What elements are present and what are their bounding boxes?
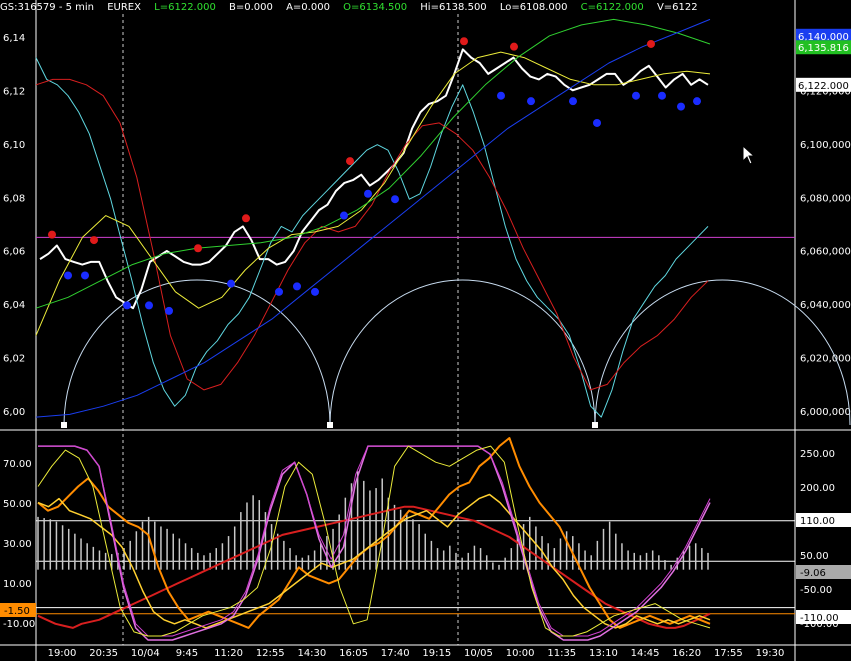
time-tick: 19:00 [48, 648, 77, 659]
cycle-marker [592, 422, 598, 428]
blue-dot [632, 91, 640, 100]
blue-dot [364, 189, 372, 198]
indicator-value-label: -110.00 [800, 613, 839, 624]
indicator-value-label: 110.00 [800, 516, 835, 527]
blue-dot [123, 301, 131, 310]
red-dot [460, 37, 468, 46]
left-indicator-tick: 50.00 [3, 499, 32, 510]
blue-dot [227, 279, 235, 288]
red-dot [48, 230, 56, 239]
blue-dot [658, 91, 666, 100]
smoothed-line [35, 78, 709, 391]
blue-dot [497, 91, 505, 100]
long-trend-line [35, 18, 711, 418]
left-indicator-tick: 70.00 [3, 459, 32, 470]
time-tick: 17:55 [714, 648, 743, 659]
blue-dot [311, 287, 319, 296]
right-price-tick: 6,080,000 [800, 193, 851, 204]
cycle-arcs [61, 279, 851, 428]
average-line [35, 51, 711, 336]
blue-dot [677, 102, 685, 111]
cycle-marker [61, 422, 67, 428]
left-price-tick: 6,08 [3, 193, 25, 204]
time-tick: 19:15 [422, 648, 451, 659]
price-tag: 6,135.816 [796, 40, 851, 55]
right-indicator-tick: 50.00 [800, 551, 829, 562]
left-indicator-tick: 30.00 [3, 539, 32, 550]
price-tag-label: 6,135.816 [798, 43, 849, 54]
left-price-tick: 6,02 [3, 354, 25, 365]
left-value-label: -1.50 [4, 606, 30, 617]
time-tick: 16:05 [339, 648, 368, 659]
blue-dot [340, 211, 348, 220]
time-tick: 19:30 [756, 648, 785, 659]
right-indicator-tick: 250.00 [800, 449, 835, 460]
left-indicator-tick: 10.00 [3, 579, 32, 590]
time-tick: 20:35 [89, 648, 118, 659]
right-price-tick: 6,100,000 [800, 140, 851, 151]
time-tick: 12:55 [256, 648, 285, 659]
mouse-pointer-icon [742, 145, 756, 165]
red-dot [346, 157, 354, 166]
indicator-pane: 70.0050.0030.0010.00-10.00250.00200.0015… [0, 437, 851, 641]
right-price-tick: 6,040,000 [800, 300, 851, 311]
indicator-value-tag: -9.06 [796, 565, 851, 579]
time-tick: 14:45 [631, 648, 660, 659]
time-tick: 17:40 [381, 648, 410, 659]
chart-root: GS:316579 - 5 min EUREX L=6122.000 B=0.0… [0, 0, 851, 661]
indicator-value-tag: -110.00 [796, 610, 851, 624]
indicator-value-tag: 110.00 [796, 513, 851, 527]
left-price-tick: 6,14 [3, 33, 25, 44]
blue-dot [693, 97, 701, 106]
price-tag-label: 6,122.000 [798, 81, 849, 92]
time-axis: 19:00 20:35 10/04 9:45 11:20 12:55 14:30 16:05 1… [0, 644, 851, 659]
time-tick: 10:00 [506, 648, 535, 659]
price-tag: 6,122.000 [796, 77, 851, 92]
chart-canvas[interactable]: 6,146,126,106,086,066,046,026,006,140,00… [0, 0, 851, 661]
left-price-tick: 6,04 [3, 300, 25, 311]
time-tick: 11:20 [214, 648, 243, 659]
left-price-tick: 6,00 [3, 407, 25, 418]
time-tick: 14:30 [297, 648, 326, 659]
time-tick: 10/05 [464, 648, 493, 659]
blue-dot [275, 287, 283, 296]
red-dot [510, 42, 518, 51]
cycle-arc [329, 279, 596, 426]
blue-dot [145, 301, 153, 310]
cycle-marker [327, 422, 333, 428]
left-price-tick: 6,10 [3, 140, 25, 151]
right-price-tick: 6,000,000 [800, 407, 851, 418]
right-indicator-tick: 200.00 [800, 483, 835, 494]
red-dot [647, 39, 655, 48]
left-value-tag: -1.50 [0, 603, 36, 617]
time-tick: 11:35 [547, 648, 576, 659]
cycle-arc [63, 279, 331, 426]
red-dot [242, 214, 250, 223]
blue-dot [165, 306, 173, 315]
blue-dot [64, 271, 72, 280]
blue-dot [293, 282, 301, 291]
blue-dot [391, 195, 399, 204]
time-tick: 10/04 [131, 648, 160, 659]
time-tick: 13:10 [589, 648, 618, 659]
left-price-tick: 6,06 [3, 247, 25, 258]
time-tick: 16:20 [672, 648, 701, 659]
right-price-tick: 6,020,000 [800, 354, 851, 365]
right-indicator-tick: -50.00 [800, 585, 832, 596]
blue-dot [81, 271, 89, 280]
blue-dot [569, 97, 577, 106]
blue-dot [593, 118, 601, 127]
red-dot [90, 236, 98, 245]
red-dot [194, 244, 202, 253]
indicator-value-label: -9.06 [800, 568, 826, 579]
right-price-tick: 6,060,000 [800, 247, 851, 258]
price-line [39, 48, 709, 310]
left-price-tick: 6,12 [3, 86, 25, 97]
blue-dot [527, 97, 535, 106]
left-indicator-tick: -10.00 [3, 619, 35, 630]
time-tick: 9:45 [176, 648, 198, 659]
